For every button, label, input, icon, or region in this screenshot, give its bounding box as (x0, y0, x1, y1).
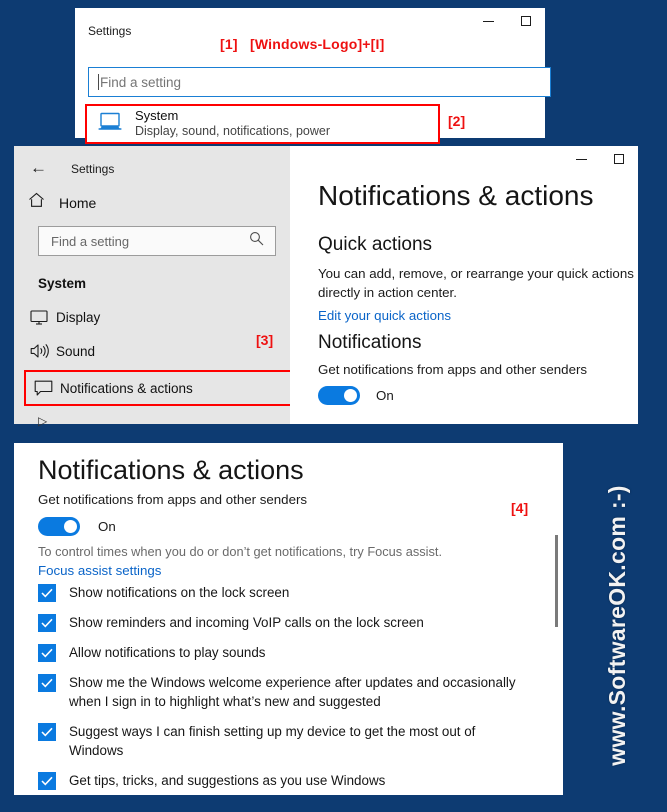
notification-option-label: Allow notifications to play sounds (69, 645, 266, 661)
watermark-text: www.SoftwareOK.com :-) (603, 484, 630, 766)
quick-actions-description: You can add, remove, or rearrange your q… (318, 266, 634, 301)
notifications-toggle-state: On (376, 388, 394, 403)
window-buttons-panel1 (469, 8, 545, 34)
site-watermark: www.SoftwareOK.com :-) (569, 440, 665, 810)
back-arrow-icon[interactable]: ← (30, 159, 47, 176)
maximize-button[interactable] (600, 146, 638, 172)
focus-assist-settings-link[interactable]: Focus assist settings (38, 563, 161, 578)
notification-option-row[interactable]: Show reminders and incoming VoIP calls o… (14, 613, 563, 633)
notification-options-list: Show notifications on the lock screen Sho… (14, 583, 563, 801)
settings-window-step1: Settings [1] [Windows-Logo]+[I] Find a s… (75, 8, 551, 144)
maximize-button[interactable] (507, 8, 545, 34)
system-title: System (135, 108, 179, 124)
search-input[interactable]: Find a setting (38, 226, 276, 256)
notifications-toggle-state: On (98, 519, 116, 534)
notification-option-row[interactable]: Show me the Windows welcome experience a… (14, 673, 563, 711)
sidebar-item-sound-label: Sound (56, 343, 96, 359)
search-icon (249, 231, 264, 251)
checkbox-checked-icon[interactable] (38, 723, 56, 742)
minimize-button[interactable] (469, 8, 507, 34)
notification-option-label: Show notifications on the lock screen (69, 585, 290, 600)
page-subtitle: Get notifications from apps and other se… (38, 492, 308, 507)
laptop-icon (98, 112, 122, 136)
step3-marker: [3] (256, 332, 274, 348)
notification-icon (26, 380, 60, 397)
sidebar-item-home-label: Home (59, 194, 97, 211)
edit-quick-actions-link[interactable]: Edit your quick actions (318, 308, 451, 323)
minimize-button[interactable] (562, 146, 600, 172)
notifications-toggle-row: On (318, 386, 394, 405)
search-placeholder: Find a setting (100, 74, 182, 90)
sidebar-item-notifications-and-actions[interactable]: Notifications & actions (24, 370, 302, 406)
page-title: Notifications & actions (318, 180, 594, 211)
notification-option-label: Suggest ways I can finish setting up my … (69, 724, 476, 759)
vertical-scrollbar[interactable] (555, 535, 558, 627)
sidebar-item-display[interactable]: Display (22, 302, 282, 332)
notifications-toggle[interactable] (318, 386, 360, 405)
sidebar-item-partial-cut: ▷ (38, 414, 48, 428)
notification-option-row[interactable]: Allow notifications to play sounds (14, 643, 563, 663)
sidebar-item-notifications-label: Notifications & actions (60, 380, 193, 396)
notifications-toggle-row: On (38, 517, 116, 536)
system-subtitle: Display, sound, notifications, power (135, 123, 331, 138)
sidebar-item-home[interactable]: Home (28, 192, 96, 213)
notification-option-row[interactable]: Get tips, tricks, and suggestions as you… (14, 771, 563, 791)
notifications-heading: Notifications (318, 332, 422, 353)
step1-hint: [1] [Windows-Logo]+[I] (220, 36, 385, 52)
page-title: Notifications & actions (38, 455, 304, 485)
notification-option-row[interactable]: Show notifications on the lock screen (14, 583, 563, 602)
settings-content-pane: Notifications & actions Quick actions Yo… (290, 146, 638, 424)
home-icon (28, 192, 45, 213)
notifications-toggle[interactable] (38, 517, 80, 536)
window-title: Settings (71, 162, 115, 176)
window-buttons-panel2 (562, 146, 638, 172)
focus-assist-note: To control times when you do or don’t ge… (38, 544, 443, 559)
sidebar-item-sound[interactable]: Sound (22, 336, 282, 366)
step4-marker: [4] (511, 500, 529, 516)
step1-marker: [1] (220, 36, 238, 52)
system-category-item[interactable]: System Display, sound, notifications, po… (85, 104, 440, 144)
checkbox-checked-icon[interactable] (38, 772, 56, 791)
notification-option-label: Show me the Windows welcome experience a… (69, 675, 516, 710)
notification-option-label: Get tips, tricks, and suggestions as you… (69, 773, 386, 789)
search-placeholder: Find a setting (51, 233, 130, 249)
quick-actions-heading: Quick actions (318, 234, 433, 255)
sidebar-section-header: System (38, 276, 87, 291)
search-input[interactable]: Find a setting (88, 67, 551, 97)
speaker-icon (22, 343, 56, 359)
checkbox-checked-icon[interactable] (38, 614, 56, 633)
checkbox-checked-icon[interactable] (38, 644, 56, 663)
window-title: Settings (88, 24, 132, 38)
sidebar-item-display-label: Display (56, 309, 101, 325)
monitor-icon (22, 309, 56, 325)
checkbox-checked-icon[interactable] (38, 584, 56, 602)
notification-option-label: Show reminders and incoming VoIP calls o… (69, 615, 424, 631)
step1-shortcut: [Windows-Logo]+[I] (250, 36, 385, 52)
settings-window-step3: ← Settings Home Find a setting System Di… (14, 146, 638, 428)
text-caret (98, 74, 99, 90)
notifications-settings-detail: Notifications & actions Get notification… (14, 443, 563, 795)
step2-marker: [2] (448, 113, 466, 129)
notifications-description: Get notifications from apps and other se… (318, 362, 588, 377)
settings-sidebar: ← Settings Home Find a setting System Di… (14, 146, 302, 428)
notification-option-row[interactable]: Suggest ways I can finish setting up my … (14, 722, 563, 760)
checkbox-checked-icon[interactable] (38, 674, 56, 693)
